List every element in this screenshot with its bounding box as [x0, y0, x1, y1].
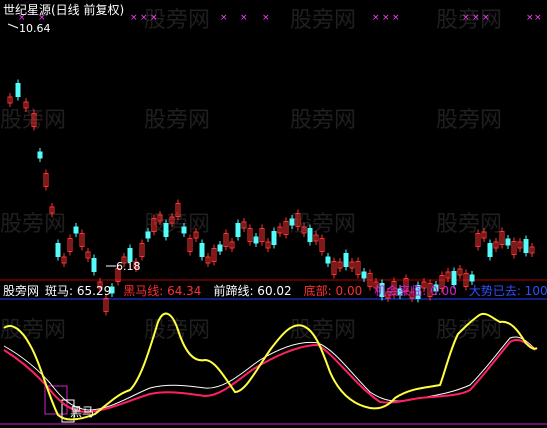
legend-dibu: 底部: 0.00 — [303, 284, 363, 298]
legend-jihui: 机会来临: 0.00 — [374, 284, 457, 298]
candle-body — [217, 244, 223, 252]
candle-body — [235, 223, 241, 237]
signal-x-marker: × — [240, 13, 248, 23]
stock-chart-window[interactable]: 股旁网 股旁网 股旁网 股旁网 股旁网 股旁网 股旁网 股旁网 股旁网 股旁网 … — [0, 0, 547, 428]
heima-label: 黑马 — [70, 405, 95, 419]
candle-body — [451, 271, 457, 285]
signal-x-marker: × — [262, 13, 270, 23]
candle-body — [307, 228, 313, 242]
candle-body — [91, 258, 97, 272]
candle-body — [325, 256, 331, 264]
candle-body — [253, 236, 259, 244]
chart-title: 世纪星源(日线 前复权) — [3, 3, 125, 17]
signal-x-marker: × — [382, 13, 390, 23]
price-pointer-high — [7, 23, 19, 29]
legend-qianti: 前蹄线: 60.02 — [213, 284, 292, 298]
legend-zebra: 斑马: 65.29 — [45, 284, 112, 298]
candle-body — [73, 226, 79, 234]
candle-body — [343, 253, 349, 267]
signal-x-marker: × — [220, 13, 228, 23]
signal-x-marker: × — [482, 13, 490, 23]
signal-x-marker: × — [534, 13, 542, 23]
white-ma-line — [3, 336, 536, 411]
high-price-label: 10.64 — [19, 22, 51, 35]
signal-x-marker: × — [392, 13, 400, 23]
candle-body — [181, 226, 187, 234]
signal-x-marker: × — [150, 13, 158, 23]
candle-body — [289, 218, 295, 226]
candle-body — [145, 231, 151, 239]
signal-x-marker: × — [472, 13, 480, 23]
indicator-name[interactable]: 股旁网 — [3, 284, 39, 300]
candle-body — [271, 231, 277, 245]
candle-body — [15, 83, 21, 97]
signal-x-marker: × — [130, 13, 138, 23]
low-price-label: 6.18 — [116, 260, 141, 273]
legend-heima: 黑马线: 64.34 — [123, 284, 202, 298]
candle-body — [505, 238, 511, 246]
indicator-legend: 股旁网 斑马: 65.29 黑马线: 64.34 前蹄线: 60.02 底部: … — [3, 284, 547, 300]
chart-canvas[interactable]: × × × × × × × × × × × × × × × × — [0, 0, 547, 428]
candle-body — [523, 239, 529, 253]
candle-body — [487, 243, 493, 257]
candle-body — [37, 151, 43, 159]
yellow-zebra-line — [3, 312, 538, 421]
candle-body — [469, 274, 475, 282]
candle-body — [163, 223, 169, 237]
signal-x-marker: × — [526, 13, 534, 23]
signal-x-marker: × — [372, 13, 380, 23]
candle-body — [55, 243, 61, 257]
candle-body — [361, 271, 367, 279]
candle-body — [199, 243, 205, 257]
signal-x-marker: × — [462, 13, 470, 23]
signal-x-marker: × — [140, 13, 148, 23]
legend-dashi: 大势已去: 100.00 — [468, 284, 547, 298]
